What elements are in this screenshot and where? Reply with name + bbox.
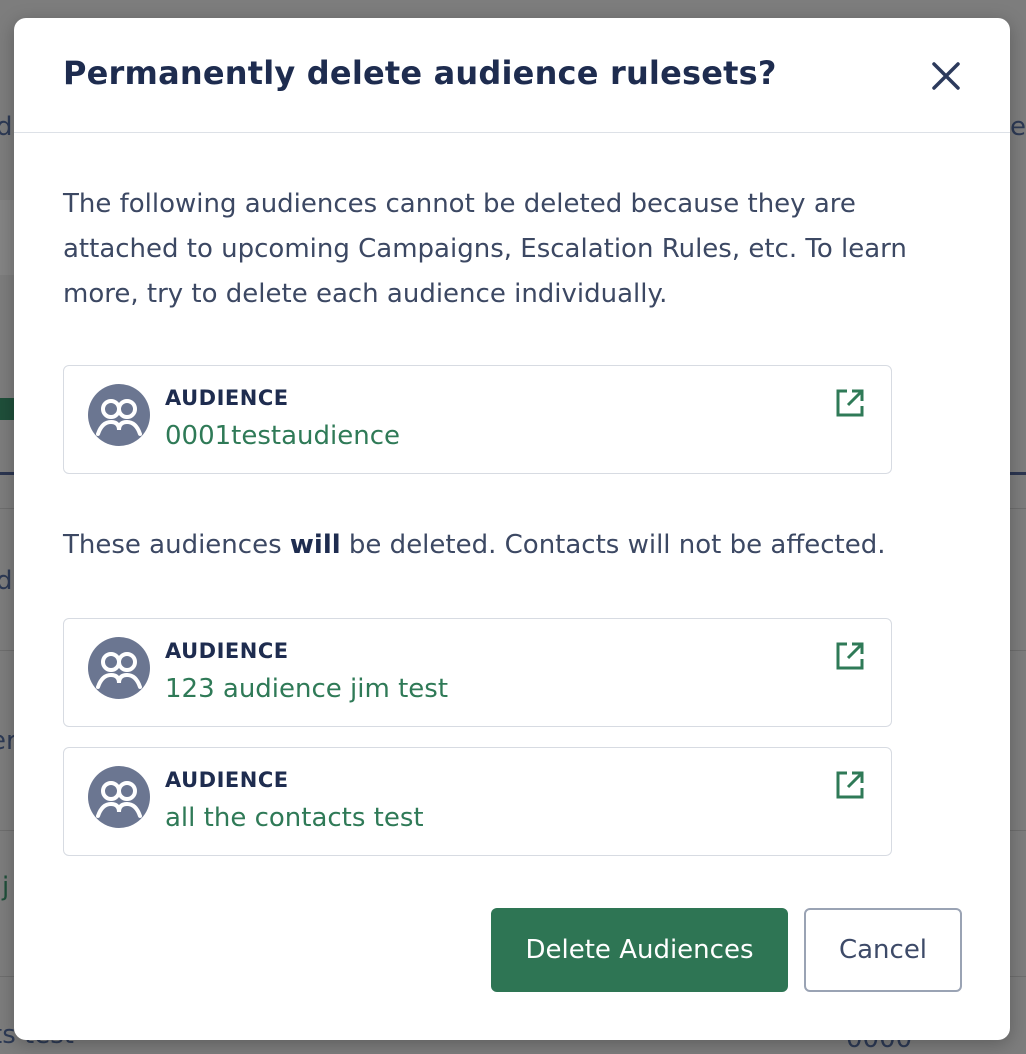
audience-group-icon	[88, 766, 150, 828]
audience-name: 0001testaudience	[165, 421, 401, 451]
external-link-icon[interactable]	[833, 639, 867, 673]
cancel-button[interactable]: Cancel	[804, 908, 962, 992]
modal-header: Permanently delete audience rulesets?	[14, 18, 1010, 133]
message-text: These audiences	[63, 530, 290, 560]
audience-kicker: AUDIENCE	[165, 768, 289, 792]
audience-card: AUDIENCE 123 audience jim test	[63, 618, 892, 727]
modal-title: Permanently delete audience rulesets?	[63, 54, 777, 92]
bg-text-fragment: d	[0, 112, 13, 142]
audience-kicker: AUDIENCE	[165, 639, 289, 663]
close-button[interactable]	[926, 56, 966, 96]
delete-audiences-button[interactable]: Delete Audiences	[491, 908, 788, 992]
bg-text-fragment: e	[1010, 112, 1026, 142]
message-text: be deleted. Contacts will not be affecte…	[340, 530, 886, 560]
audience-name: all the contacts test	[165, 803, 424, 833]
bg-text-fragment: d	[0, 566, 13, 596]
delete-audiences-modal: Permanently delete audience rulesets? Th…	[14, 18, 1010, 1040]
audience-kicker: AUDIENCE	[165, 386, 289, 410]
audience-name: 123 audience jim test	[165, 674, 449, 704]
deletable-audiences-message: These audiences will be deleted. Contact…	[63, 530, 886, 560]
bg-text-fragment: j	[2, 872, 10, 902]
blocked-audiences-message: The following audiences cannot be delete…	[63, 189, 907, 309]
close-icon	[932, 62, 960, 90]
bg-folder-icon	[0, 398, 14, 420]
audience-group-icon	[88, 637, 150, 699]
audience-card: AUDIENCE 0001testaudience	[63, 365, 892, 474]
external-link-icon[interactable]	[833, 768, 867, 802]
audience-card: AUDIENCE all the contacts test	[63, 747, 892, 856]
external-link-icon[interactable]	[833, 386, 867, 420]
audience-group-icon	[88, 384, 150, 446]
message-emphasis: will	[289, 530, 341, 560]
